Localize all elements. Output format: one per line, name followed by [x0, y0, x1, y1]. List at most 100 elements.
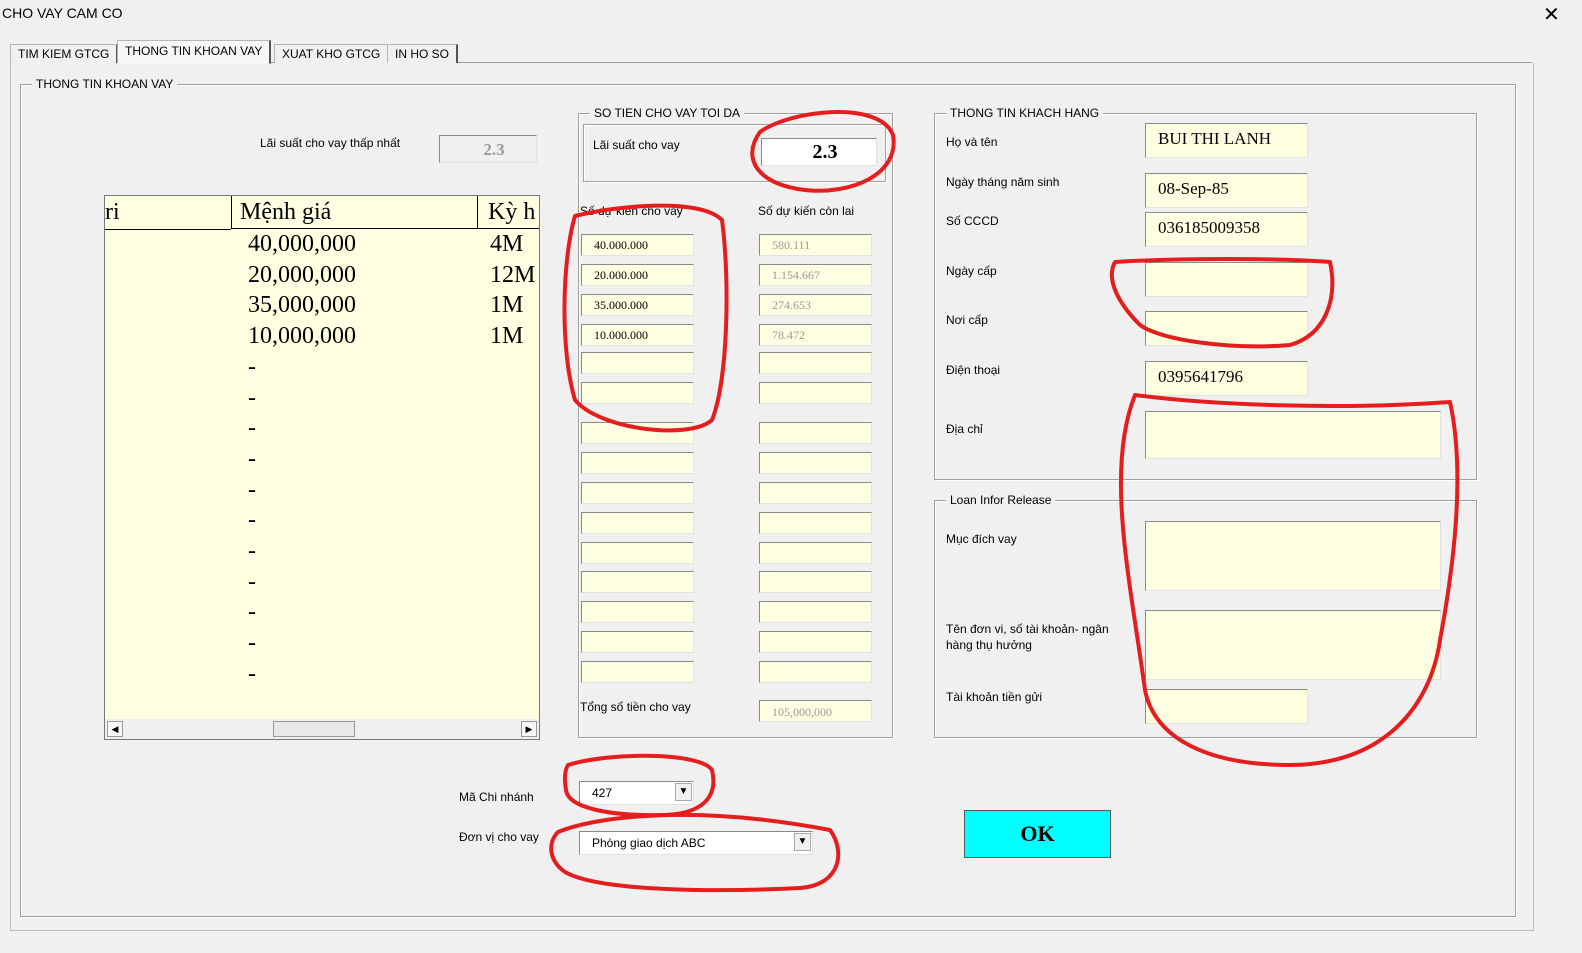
list-cell-value: - — [248, 507, 256, 534]
expected-remaining-field[interactable]: 1.154.667 — [759, 264, 872, 286]
id-label: Số CCCD — [946, 214, 999, 228]
dob-label: Ngày tháng năm sinh — [946, 175, 1060, 189]
expected-loan-field[interactable] — [581, 482, 694, 504]
list-cell-term: 1M — [490, 323, 524, 350]
branch-code-select[interactable]: 427 ▼ — [579, 781, 694, 805]
expected-remaining-field[interactable] — [759, 601, 872, 623]
scroll-left-icon[interactable]: ◀ — [107, 721, 123, 737]
tab-thong-tin-khoan-vay[interactable]: THONG TIN KHOAN VAY — [117, 40, 272, 64]
loan-frame-title: THONG TIN KHOAN VAY — [32, 77, 178, 91]
unit-select[interactable]: Phòng giao dịch ABC ▼ — [579, 831, 813, 855]
list-cell-term: 12M — [490, 261, 536, 288]
expected-remaining-field[interactable] — [759, 382, 872, 404]
expected-loan-field[interactable] — [581, 601, 694, 623]
list-cell-value: - — [248, 353, 256, 380]
list-cell-value: - — [248, 538, 256, 564]
address-field[interactable] — [1145, 411, 1441, 459]
expected-remaining-field[interactable]: 274.653 — [759, 294, 872, 316]
tab-xuat-kho-gtcg[interactable]: XUAT KHO GTCG — [274, 44, 390, 63]
close-icon[interactable]: ✕ — [1543, 2, 1560, 27]
list-cell-value: 10,000,000 — [248, 323, 356, 350]
phone-label: Điện thoại — [946, 363, 1001, 377]
list-cell-value: - — [248, 445, 256, 472]
expected-loan-field[interactable] — [581, 631, 694, 653]
beneficiary-label: Tên đơn vi, số tài khoản- ngân hàng thụ … — [946, 622, 1109, 652]
expected-remaining-field[interactable] — [759, 352, 872, 374]
min-rate-field[interactable]: 2.3 — [439, 135, 537, 163]
window-title: CHO VAY CAM CO — [2, 5, 123, 21]
branch-code-label: Mã Chi nhánh — [459, 790, 534, 804]
expected-loan-field[interactable] — [581, 661, 694, 683]
phone-field[interactable]: 0395641796 — [1145, 361, 1308, 396]
dob-field[interactable]: 08-Sep-85 — [1145, 173, 1308, 208]
tab-in-ho-so[interactable]: IN HO SO — [387, 44, 459, 63]
address-label: Địa chỉ — [946, 422, 983, 436]
list-horizontal-scrollbar[interactable]: ◀ ▶ — [105, 719, 539, 739]
expected-loan-field[interactable] — [581, 422, 694, 444]
expected-loan-field[interactable] — [581, 542, 694, 564]
rate-label: Lãi suất cho vay — [593, 138, 680, 152]
release-frame-title: Loan Infor Release — [946, 493, 1056, 507]
expected-loan-field[interactable]: 20.000.000 — [581, 264, 694, 286]
ok-button[interactable]: OK — [964, 810, 1111, 858]
expected-remaining-field[interactable] — [759, 661, 872, 683]
issue-date-field[interactable] — [1145, 262, 1308, 297]
scroll-right-icon[interactable]: ▶ — [521, 721, 537, 737]
expected-remaining-field[interactable] — [759, 452, 872, 474]
list-header-menh-gia: Mệnh giá — [231, 196, 477, 229]
beneficiary-field[interactable] — [1145, 610, 1441, 680]
expected-remaining-field[interactable] — [759, 512, 872, 534]
max-loan-frame-title: SO TIEN CHO VAY TOI DA — [590, 106, 745, 120]
issue-place-field[interactable] — [1145, 311, 1308, 346]
chevron-down-icon[interactable]: ▼ — [794, 833, 811, 851]
list-cell-value: - — [248, 476, 256, 503]
list-cell-value: - — [248, 630, 256, 657]
expected-loan-field[interactable] — [581, 571, 694, 593]
total-label: Tổng số tiền cho vay — [580, 700, 691, 714]
list-cell-term: 4M — [490, 231, 524, 257]
expected-remaining-field[interactable] — [759, 422, 872, 444]
expected-loan-field[interactable] — [581, 512, 694, 534]
unit-value: Phòng giao dịch ABC — [592, 836, 706, 850]
list-cell-value: - — [248, 660, 256, 687]
list-cell-value: - — [248, 568, 256, 595]
expected-loan-field[interactable] — [581, 382, 694, 404]
expected-remaining-field[interactable] — [759, 571, 872, 593]
expected-loan-field[interactable]: 40.000.000 — [581, 234, 694, 256]
id-field[interactable]: 036185009358 — [1145, 212, 1308, 247]
branch-code-value: 427 — [592, 786, 613, 800]
expected-loan-field[interactable]: 35.000.000 — [581, 294, 694, 316]
expected-remaining-field[interactable] — [759, 631, 872, 653]
name-field[interactable]: BUI THI LANH — [1145, 123, 1308, 158]
col2-label: Số dự kiến còn lai — [758, 204, 855, 218]
list-cell-term: 1M — [490, 292, 524, 319]
deposit-field[interactable] — [1145, 689, 1308, 724]
scroll-thumb[interactable] — [273, 721, 355, 737]
purpose-label: Mục đích vay — [946, 532, 1017, 546]
purpose-field[interactable] — [1145, 521, 1441, 591]
expected-remaining-field[interactable] — [759, 542, 872, 564]
customer-frame-title: THONG TIN KHACH HANG — [946, 106, 1104, 120]
list-cell-value: - — [248, 415, 256, 442]
list-cell-value: 40,000,000 — [248, 231, 356, 257]
issue-date-label: Ngày cấp — [946, 264, 997, 278]
list-cell-value: - — [248, 384, 256, 411]
expected-loan-field[interactable] — [581, 452, 694, 474]
expected-loan-field[interactable] — [581, 352, 694, 374]
name-label: Họ và tên — [946, 135, 998, 149]
expected-remaining-field[interactable]: 580.111 — [759, 234, 872, 256]
list-header-ky-han: Kỳ h — [477, 196, 539, 229]
tab-tim-kiem-gtcg[interactable]: TIM KIEM GTCG — [10, 44, 119, 63]
list-cell-value: - — [248, 599, 256, 626]
issue-place-label: Nơi cấp — [946, 313, 988, 327]
gtcg-listbox[interactable]: ri Mệnh giá Kỳ h 40,000,000 4M 20,000,000 1… — [104, 195, 540, 740]
total-field[interactable]: 105,000,000 — [759, 700, 872, 722]
list-header-col1: ri — [105, 196, 231, 230]
chevron-down-icon[interactable]: ▼ — [675, 783, 692, 801]
expected-remaining-field[interactable] — [759, 482, 872, 504]
expected-remaining-field[interactable]: 78.472 — [759, 324, 872, 346]
expected-loan-field[interactable]: 10.000.000 — [581, 324, 694, 346]
deposit-label: Tài khoản tiền gửi — [946, 690, 1043, 704]
min-rate-label: Lãi suất cho vay thấp nhất — [260, 136, 401, 150]
rate-field[interactable]: 2.3 — [761, 138, 877, 166]
